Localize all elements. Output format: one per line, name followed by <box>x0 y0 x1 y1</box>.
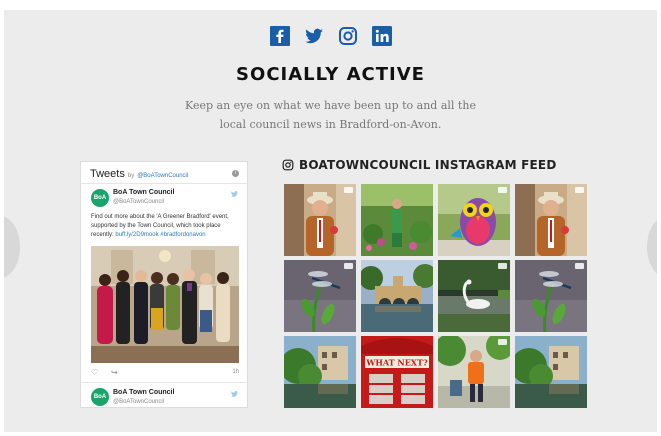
section-description: Keep an eye on what we have been up to a… <box>185 99 476 131</box>
instagram-post-garden[interactable] <box>361 184 433 256</box>
tweet-link[interactable]: buff.ly/2D9mook #bradfordonavon <box>115 232 205 238</box>
tweet-author-name[interactable]: BoA Town Council <box>113 189 174 196</box>
tweet-author-handle[interactable]: @BoATownCouncil <box>113 399 164 405</box>
info-icon[interactable]: i <box>232 170 239 177</box>
facebook-icon[interactable] <box>269 26 290 46</box>
instagram-post-town-bridge[interactable] <box>361 260 433 332</box>
divider <box>81 183 247 184</box>
instagram-post-river-houses[interactable] <box>284 336 356 408</box>
instagram-post-mayor[interactable] <box>515 184 587 256</box>
instagram-post-mayor[interactable] <box>284 184 356 256</box>
tweet-photo[interactable] <box>91 246 239 363</box>
phone-box-sign: WHAT NEXT? <box>365 358 428 368</box>
twitter-bird-icon[interactable] <box>230 390 239 398</box>
linkedin-icon[interactable] <box>371 26 392 46</box>
instagram-post-dragonfly[interactable] <box>515 260 587 332</box>
instagram-post-phone-box[interactable]: WHAT NEXT? <box>361 336 433 408</box>
instagram-post-worker[interactable] <box>438 336 510 408</box>
instagram-post-swan[interactable] <box>438 260 510 332</box>
divider <box>81 382 247 383</box>
share-icon[interactable]: ↪ <box>111 368 118 377</box>
twitter-widget-header: Tweets by @BoATownCouncil <box>90 168 188 180</box>
instagram-feed-title: BOATOWNCOUNCIL INSTAGRAM FEED <box>282 158 556 172</box>
tweet-author-handle[interactable]: @BoATownCouncil <box>113 199 164 205</box>
avatar[interactable]: BoA <box>91 189 109 207</box>
instagram-post-river-houses[interactable] <box>515 336 587 408</box>
social-section: SOCIALLY ACTIVE Keep an eye on what we h… <box>4 10 657 432</box>
instagram-icon[interactable] <box>338 26 358 46</box>
twitter-widget-handle-link[interactable]: @BoATownCouncil <box>137 173 188 179</box>
heart-icon[interactable]: ♡ <box>91 368 98 377</box>
twitter-timeline-widget: Tweets by @BoATownCouncil i BoA BoA Town… <box>80 161 248 408</box>
tweet-text: Find out more about the 'A Greener Bradf… <box>91 213 241 240</box>
twitter-bird-icon[interactable] <box>230 190 239 198</box>
instagram-post-dragonfly[interactable] <box>284 260 356 332</box>
twitter-widget-by: by <box>127 173 135 179</box>
section-title: SOCIALLY ACTIVE <box>236 64 425 85</box>
carousel-next-button[interactable] <box>647 216 657 278</box>
social-icons-row <box>4 26 657 46</box>
instagram-icon <box>282 159 294 171</box>
instagram-post-owl-sculpture[interactable] <box>438 184 510 256</box>
tweet-author-name[interactable]: BoA Town Council <box>113 389 174 396</box>
tweet-actions: ♡ ↪ 1h <box>91 368 239 378</box>
avatar[interactable]: BoA <box>91 388 109 406</box>
carousel-prev-button[interactable] <box>4 216 20 278</box>
instagram-grid: WHAT NEXT? <box>284 184 588 408</box>
twitter-widget-title: Tweets <box>90 168 125 180</box>
instagram-feed-title-text: BOATOWNCOUNCIL INSTAGRAM FEED <box>299 158 557 172</box>
twitter-icon[interactable] <box>304 26 324 46</box>
tweet-timestamp[interactable]: 1h <box>232 369 239 375</box>
